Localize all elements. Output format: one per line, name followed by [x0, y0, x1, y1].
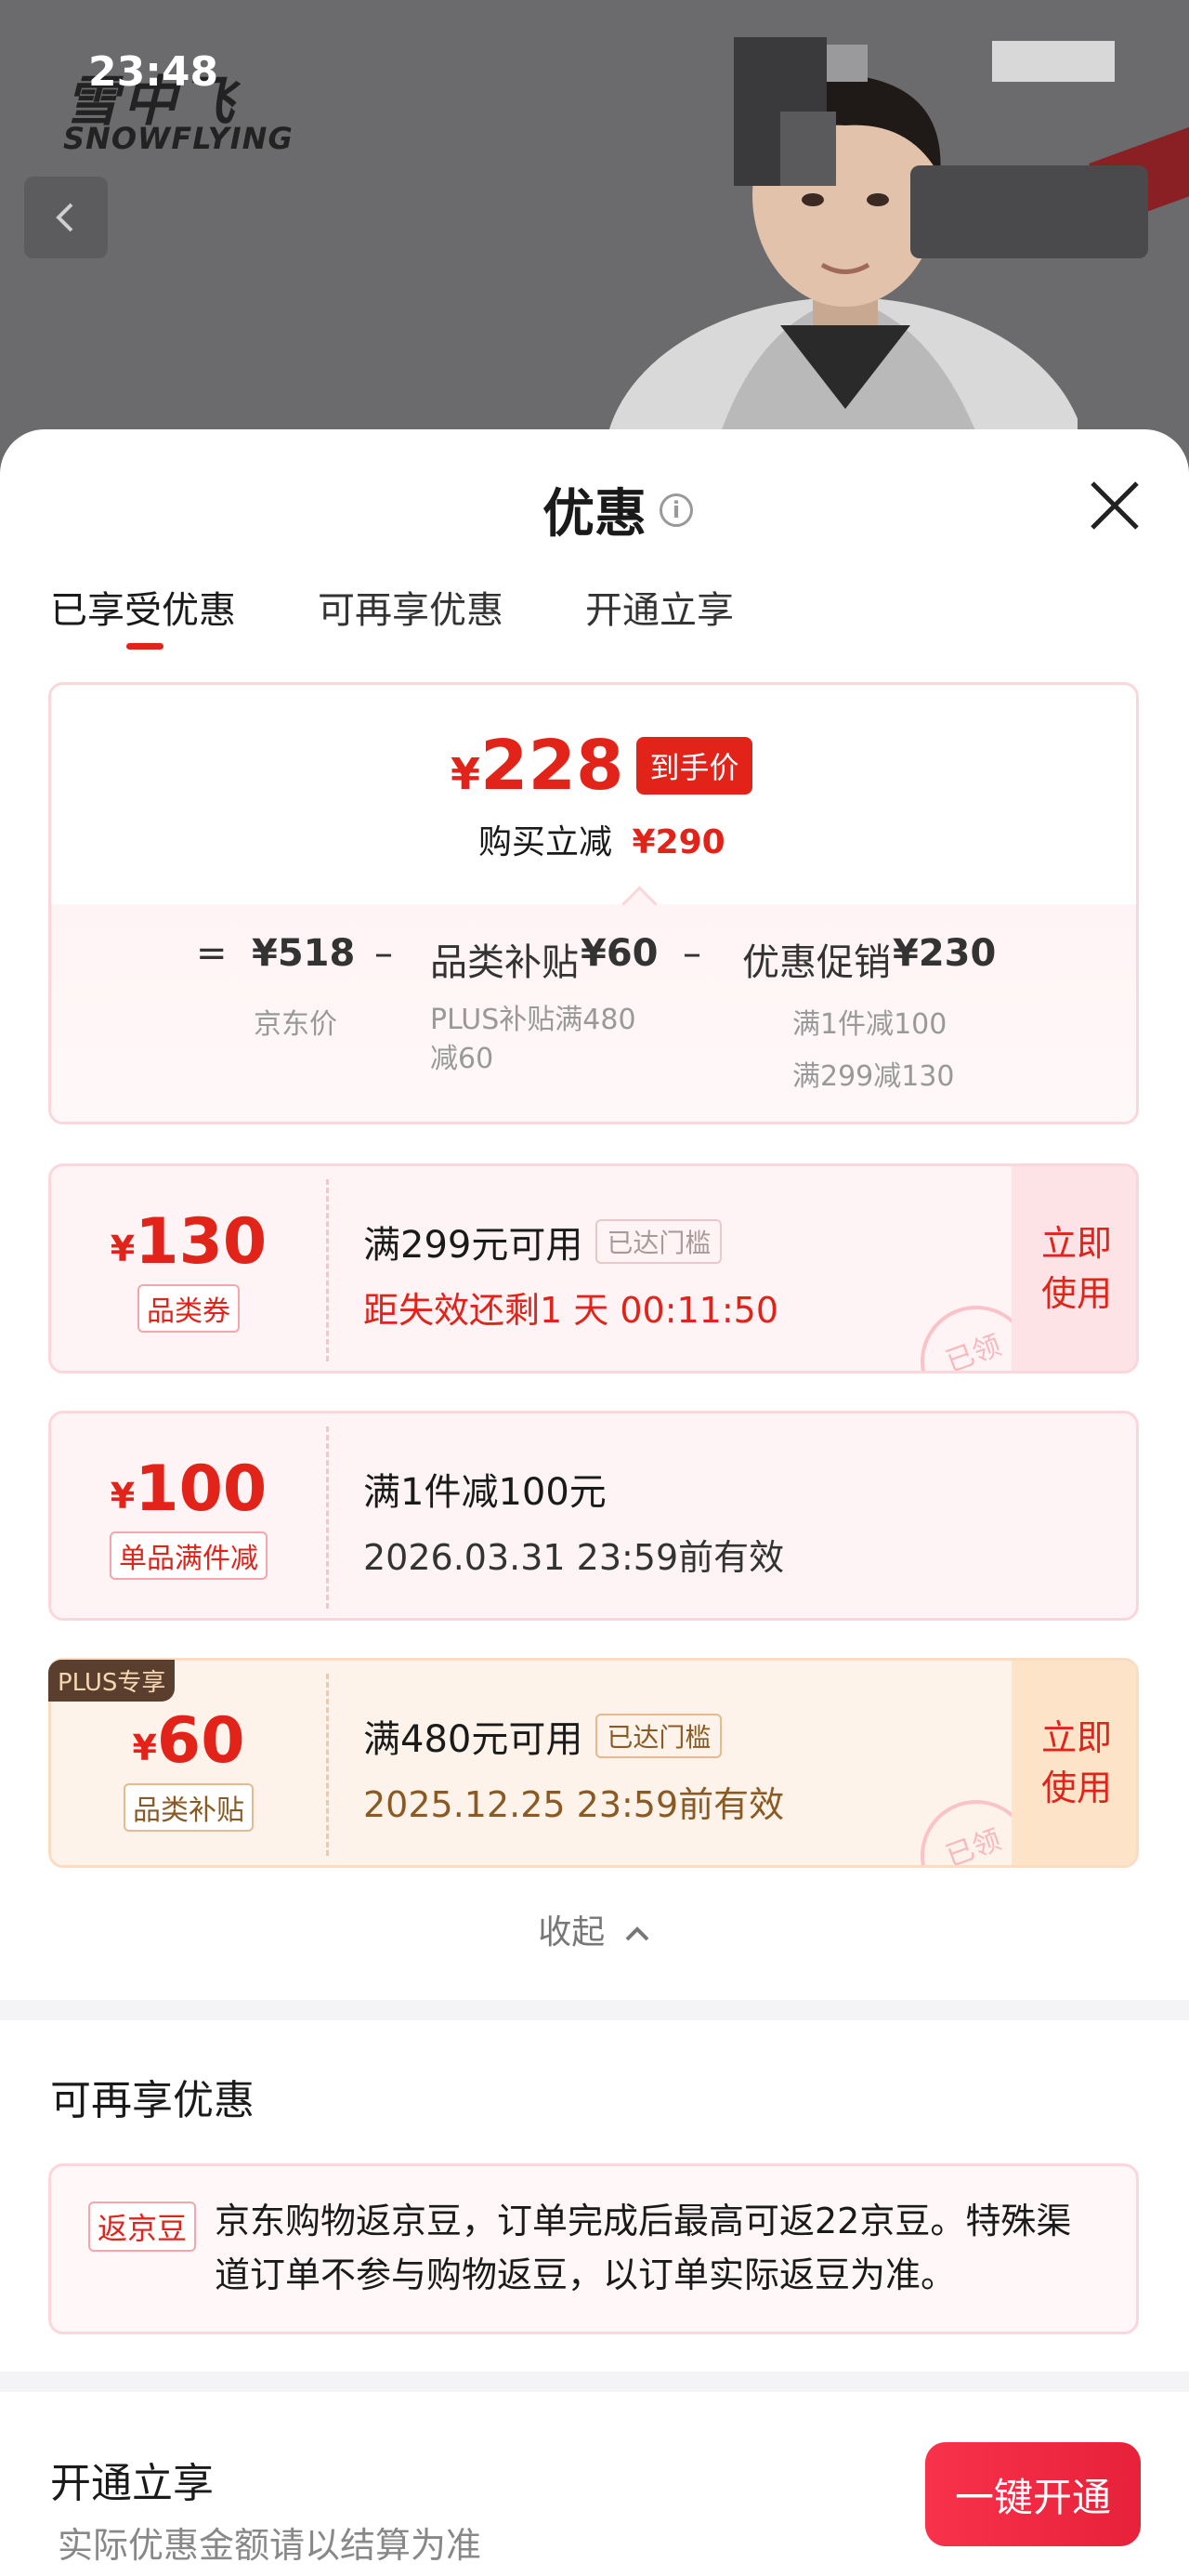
chevron-left-icon — [56, 203, 73, 232]
tab-open[interactable]: 开通立享 — [585, 580, 734, 634]
promo-note: 满299减130 — [792, 1060, 955, 1093]
collapse-toggle[interactable]: 收起 — [0, 1905, 1189, 1953]
coupon-details: 满1件减100元 2026.03.31 23:59前有效 — [363, 1462, 784, 1580]
equals-sign: = — [196, 932, 228, 975]
tab-more[interactable]: 可再享优惠 — [318, 580, 503, 634]
coupon-countdown: 距失效还剩1 天 00:11:50 — [363, 1290, 779, 1331]
coupon-card: ¥ 100 单品满件减 满1件减100元 2026.03.31 23:59前有效 — [48, 1411, 1139, 1621]
coupon-amount-value: 130 — [135, 1204, 268, 1279]
battery-indicator — [992, 41, 1115, 82]
status-indicator — [827, 45, 868, 82]
coupon-divider — [326, 1179, 329, 1361]
final-price-value: 228 — [480, 726, 624, 806]
more-discounts-title: 可再享优惠 — [50, 2077, 255, 2124]
coupon-amount-area: ¥ 100 单品满件减 — [51, 1413, 326, 1618]
price-summary-card: ¥ 228 到手价 购买立减 ¥290 = ¥518 – 品类补贴 ¥60 – … — [48, 682, 1139, 1124]
one-click-open-button[interactable]: 一键开通 — [925, 2442, 1141, 2546]
jd-bean-rebate-card: 返京豆 京东购物返京豆，订单完成后最高可返22京豆。特殊渠道订单不参与购物返豆，… — [48, 2163, 1139, 2334]
status-bar-time: 23:48 — [88, 48, 219, 96]
coupon-expiry: 2026.03.31 23:59前有效 — [363, 1537, 785, 1578]
coupon-amount-area: ¥ 130 品类券 — [51, 1166, 326, 1371]
coupon-type-tag: 品类补贴 — [124, 1782, 254, 1832]
reduce-label: 购买立减 — [478, 823, 613, 861]
coupon-condition: 满299元可用 — [363, 1224, 583, 1267]
coupon-expiry: 2025.12.25 23:59前有效 — [363, 1784, 785, 1825]
subsidy-note: PLUS补贴满480减60 — [430, 1004, 636, 1075]
currency-symbol: ¥ — [132, 1727, 157, 1768]
reduce-row: 购买立减 ¥290 — [478, 815, 725, 863]
coupon-card: ¥ 130 品类券 满299元可用 已达门槛 距失效还剩1 天 00:11:50… — [48, 1163, 1139, 1373]
coupon-amount: ¥ 100 — [111, 1452, 267, 1526]
info-icon[interactable]: i — [660, 493, 693, 527]
reduce-value: ¥290 — [632, 823, 725, 861]
sheet-title: 优惠 — [542, 484, 647, 545]
currency-symbol: ¥ — [110, 1475, 136, 1517]
coupon-amount-value: 100 — [135, 1452, 268, 1526]
use-now-label: 立即使用 — [1040, 1717, 1112, 1808]
open-benefits-title: 开通立享 — [50, 2460, 214, 2507]
tab-enjoyed[interactable]: 已享受优惠 — [50, 580, 236, 634]
rebate-description: 京东购物返京豆，订单完成后最高可返22京豆。特殊渠道订单不参与购物返豆，以订单实… — [215, 2201, 1072, 2295]
final-price: ¥ 228 到手价 — [451, 726, 752, 806]
section-gap — [0, 2372, 1189, 2392]
open-benefits-note: 实际优惠金额请以结算为准 — [58, 2525, 482, 2566]
threshold-reached-badge: 已达门槛 — [595, 1219, 723, 1264]
coupon-amount: ¥ 60 — [132, 1704, 244, 1778]
coupon-amount: ¥ 130 — [111, 1205, 267, 1279]
back-button[interactable] — [24, 177, 108, 258]
minus-sign: – — [374, 932, 393, 975]
subsidy-value: ¥60 — [581, 932, 659, 975]
close-icon — [1091, 481, 1139, 530]
coupon-details: 满480元可用 已达门槛 2025.12.25 23:59前有效 — [363, 1709, 784, 1827]
collapse-label: 收起 — [538, 1913, 606, 1952]
currency-symbol: ¥ — [110, 1228, 136, 1269]
rebate-tag: 返京豆 — [88, 2201, 197, 2252]
product-backdrop: 雪中飞 SNOWFLYING 23:48 — [0, 0, 1189, 483]
coupon-details: 满299元可用 已达门槛 距失效还剩1 天 00:11:50 — [363, 1215, 778, 1333]
promo-label: 优惠促销 — [742, 941, 891, 984]
use-now-button[interactable]: 立即使用 — [1012, 1166, 1136, 1371]
chevron-up-icon — [625, 1926, 649, 1941]
coupon-amount-value: 60 — [156, 1703, 245, 1778]
censor-block — [780, 112, 836, 186]
threshold-reached-badge: 已达门槛 — [595, 1714, 723, 1758]
promo-value: ¥230 — [893, 932, 997, 975]
coupon-divider — [326, 1674, 329, 1856]
promo-note: 满1件减100 — [792, 1008, 947, 1041]
currency-symbol: ¥ — [451, 749, 481, 799]
coupon-type-tag: 品类券 — [137, 1283, 240, 1333]
active-tab-indicator — [126, 643, 163, 650]
coupon-divider — [326, 1426, 329, 1609]
close-button[interactable] — [1085, 476, 1144, 535]
final-price-tag: 到手价 — [636, 737, 752, 795]
coupon-condition: 满1件减100元 — [363, 1471, 607, 1514]
coupon-type-tag: 单品满件减 — [110, 1531, 268, 1580]
jd-price-label: 京东价 — [254, 1008, 337, 1041]
section-gap — [0, 2000, 1189, 2020]
coupon-condition: 满480元可用 — [363, 1718, 583, 1761]
brand-logo-en: SNOWFLYING — [63, 121, 294, 156]
top-actions-area[interactable] — [910, 165, 1148, 258]
subsidy-label: 品类补贴 — [430, 941, 579, 984]
jd-price-value: ¥518 — [252, 932, 356, 975]
plus-exclusive-badge: PLUS专享 — [48, 1660, 176, 1702]
minus-sign: – — [683, 932, 701, 975]
use-now-button[interactable]: 立即使用 — [1012, 1661, 1136, 1865]
coupon-card-plus: ¥ 60 品类补贴 满480元可用 已达门槛 2025.12.25 23:59前… — [48, 1658, 1139, 1868]
sheet-header: 优惠 i — [542, 472, 693, 547]
use-now-label: 立即使用 — [1040, 1223, 1112, 1314]
